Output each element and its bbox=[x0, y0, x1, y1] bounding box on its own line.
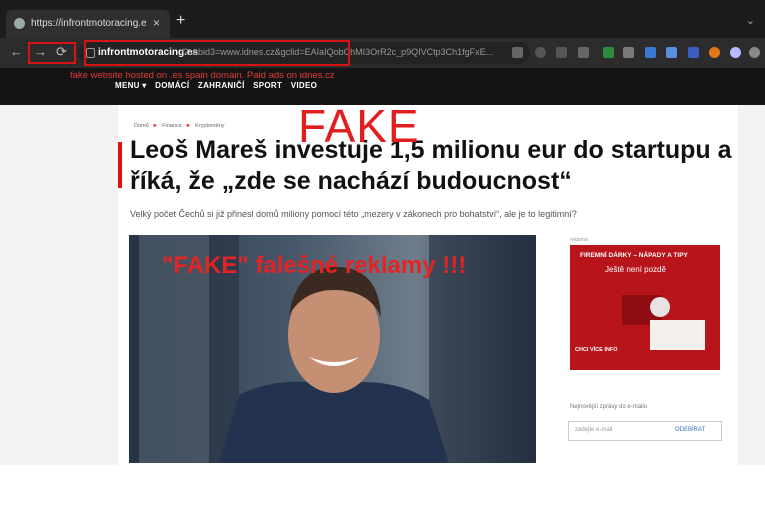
breadcrumb: Domů ► Finance ► Kryptoměny bbox=[134, 123, 225, 129]
close-tab-icon[interactable]: × bbox=[153, 16, 160, 30]
extension-puzzle-icon[interactable] bbox=[666, 47, 677, 58]
breadcrumb-finance[interactable]: Finance bbox=[162, 123, 182, 129]
metamask-icon[interactable] bbox=[709, 47, 720, 58]
extension-shield-icon[interactable] bbox=[688, 47, 699, 58]
menu-link[interactable]: MENU ▾ bbox=[115, 81, 147, 90]
article-perex: Velký počet Čechů si již přinesl domů mi… bbox=[130, 209, 577, 219]
back-button[interactable]: ← bbox=[10, 44, 23, 59]
fake-ads-overlay-label: "FAKE" falešné reklamy !!! bbox=[162, 252, 467, 279]
breadcrumb-home[interactable]: Domů bbox=[134, 123, 149, 129]
fake-overlay-label: FAKE bbox=[298, 100, 420, 152]
annotation-box-url bbox=[84, 40, 350, 66]
sidebar-ad-banner[interactable]: FIREMNÍ DÁRKY – NÁPADY A TIPY Ještě není… bbox=[570, 245, 720, 370]
zoom-icon[interactable] bbox=[535, 47, 546, 58]
extension-pin-icon[interactable] bbox=[623, 47, 634, 58]
extension-green-icon[interactable] bbox=[603, 47, 614, 58]
profile-avatar-icon[interactable] bbox=[730, 47, 741, 58]
nav-link-sport[interactable]: SPORT bbox=[253, 81, 282, 90]
subscribe-button[interactable]: ODEBÍRAT bbox=[675, 427, 705, 433]
newsletter-label: Nejnovější zprávy do e-mailu bbox=[570, 404, 648, 410]
tab-strip: https://infrontmotoracing.es/?s... × + ⌄ bbox=[0, 0, 765, 38]
bookmark-star-icon[interactable] bbox=[578, 47, 589, 58]
headline-accent-bar bbox=[118, 142, 122, 188]
ad-cta-button[interactable]: CHCI VÍCE INFO bbox=[575, 347, 617, 353]
globe-icon bbox=[14, 18, 25, 29]
tab-title: https://infrontmotoracing.es/?s... bbox=[31, 18, 146, 29]
browser-tab[interactable]: https://infrontmotoracing.es/?s... × bbox=[6, 10, 170, 38]
nav-link-domaci[interactable]: DOMÁCÍ bbox=[155, 81, 189, 90]
annotation-box-nav bbox=[28, 42, 76, 64]
menu-icon[interactable] bbox=[749, 47, 760, 58]
ad-label: reklama bbox=[570, 237, 588, 243]
annotation-text: fake website hosted on .es spain domain.… bbox=[70, 70, 335, 81]
new-tab-button[interactable]: + bbox=[176, 12, 185, 30]
browser-chrome: https://infrontmotoracing.es/?s... × + ⌄… bbox=[0, 0, 765, 105]
site-menu: MENU ▾ DOMÁCÍ ZAHRANIČÍ SPORT VIDEO bbox=[115, 81, 323, 90]
breadcrumb-crypto[interactable]: Kryptoměny bbox=[195, 123, 224, 129]
translate-icon[interactable] bbox=[512, 47, 523, 58]
extension-blue-icon[interactable] bbox=[645, 47, 656, 58]
nav-link-zahranici[interactable]: ZAHRANIČÍ bbox=[198, 81, 245, 90]
newsletter-form: zadejte e-mail ODEBÍRAT bbox=[568, 421, 722, 441]
tab-search-button[interactable]: ⌄ bbox=[746, 14, 755, 27]
article-headline: Leoš Mareš investuje 1,5 milionu eur do … bbox=[130, 136, 732, 195]
share-icon[interactable] bbox=[556, 47, 567, 58]
nav-link-video[interactable]: VIDEO bbox=[291, 81, 317, 90]
email-input[interactable]: zadejte e-mail bbox=[575, 427, 612, 433]
